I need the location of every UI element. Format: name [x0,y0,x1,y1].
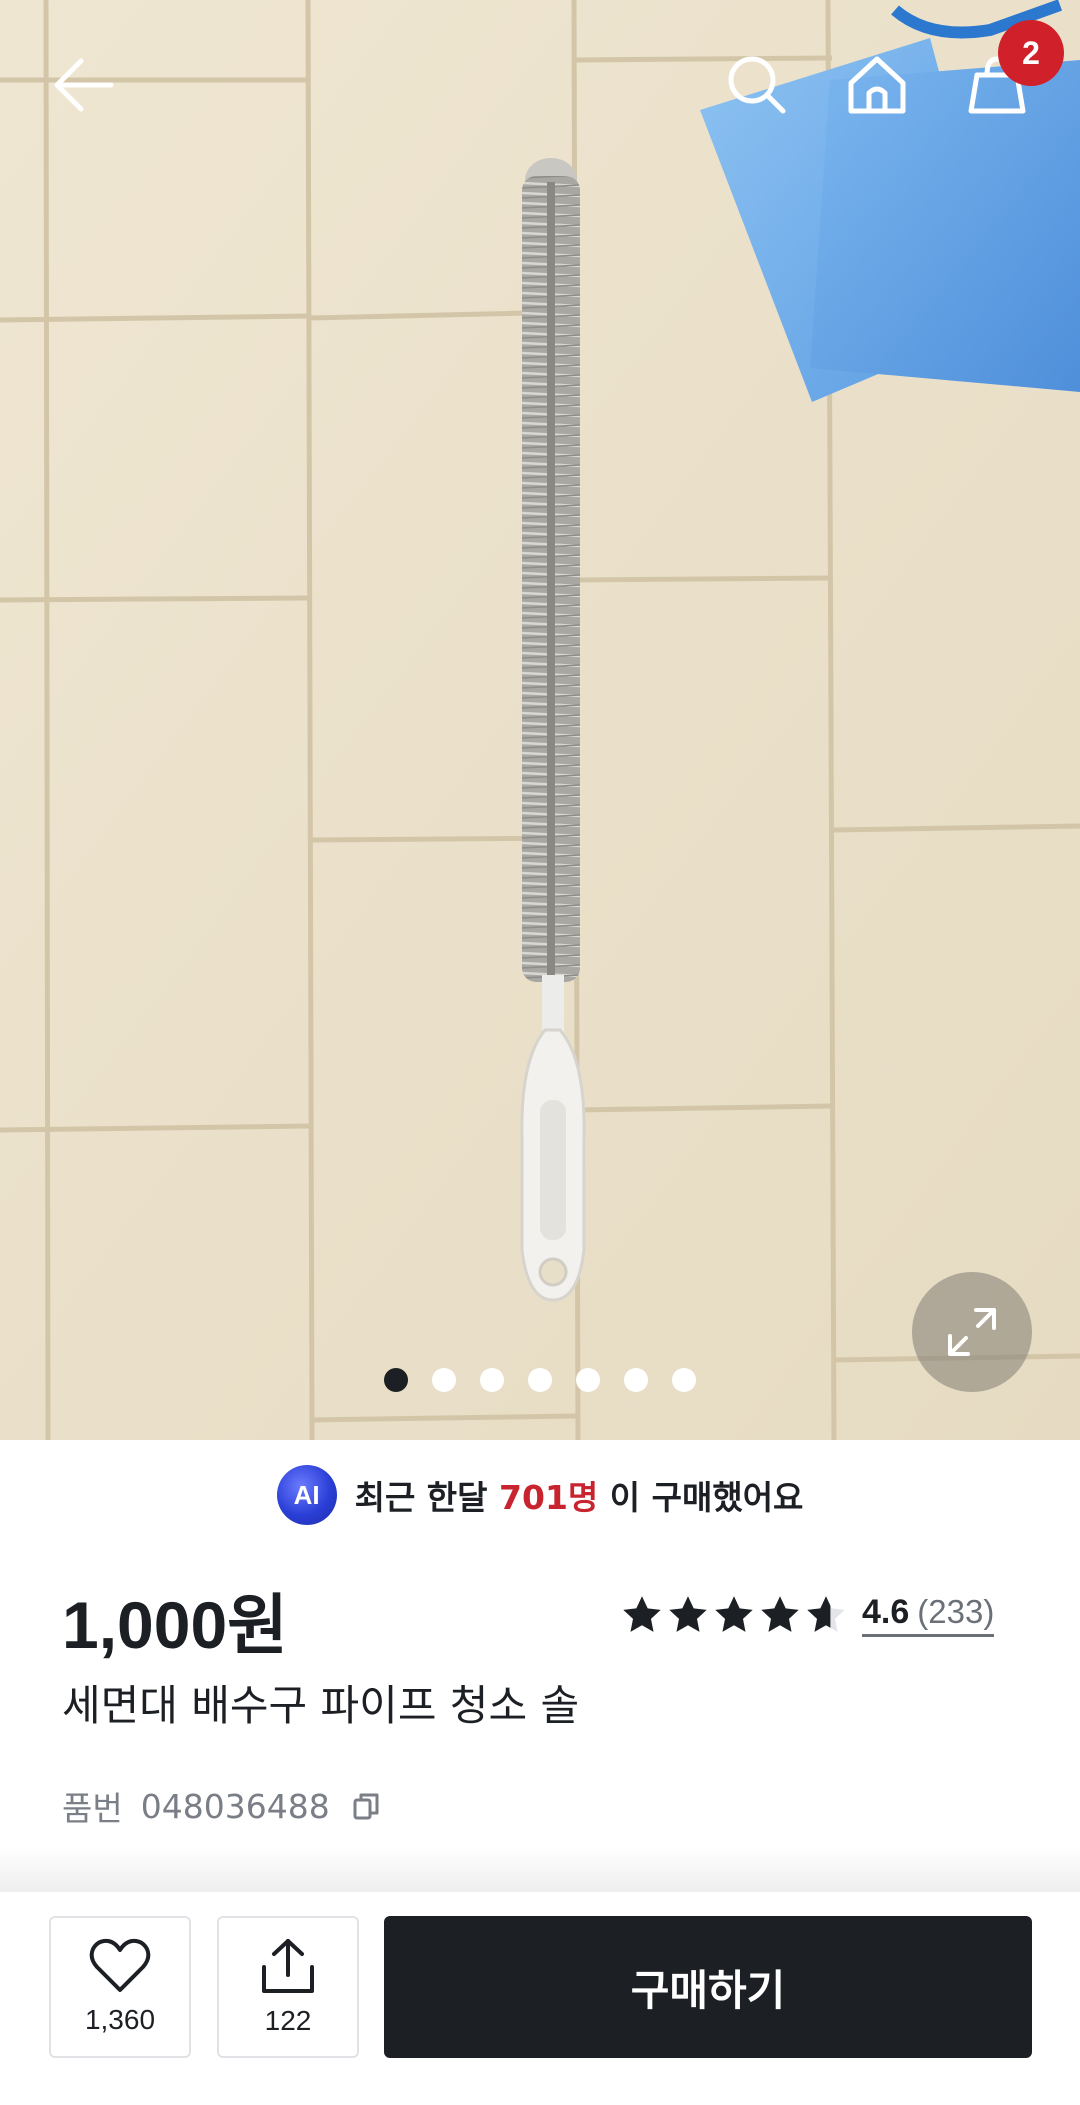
image-pager-dots [384,1368,696,1392]
top-navigation-bar: 2 [0,0,1080,170]
section-divider [0,1846,1080,1892]
rating-score: 4.6 [862,1593,910,1631]
product-price: 1,000원 [62,1588,288,1662]
pager-dot[interactable] [528,1368,552,1392]
rating-stars [620,1593,848,1637]
star-icon [669,1596,707,1632]
like-count: 1,360 [84,2004,156,2035]
share-button[interactable]: 122 [217,1916,359,2058]
half-star-icon [807,1596,845,1632]
back-button[interactable] [38,40,128,130]
search-icon [728,56,786,114]
pager-dot[interactable] [480,1368,504,1392]
pager-dot[interactable] [576,1368,600,1392]
review-count: (233) [917,1593,995,1630]
search-button[interactable] [712,40,802,130]
pager-dot[interactable] [384,1368,408,1392]
cart-count-badge: 2 [998,20,1064,86]
like-button[interactable]: 1,360 [49,1916,191,2058]
share-icon [262,1939,314,1993]
purchase-summary-text: 최근 한달 701명 이 구매했어요 [355,1471,804,1519]
ai-purchase-summary: AI 최근 한달 701명 이 구매했어요 [0,1462,1080,1528]
share-count: 122 [264,2005,312,2036]
product-photo [0,0,1080,1440]
sku-label: 품번 [62,1789,123,1828]
home-button[interactable] [832,40,922,130]
pager-dot[interactable] [624,1368,648,1392]
summary-buyer-count: 701명 [499,1478,599,1517]
ai-badge: AI [276,1465,337,1525]
pager-dot[interactable] [672,1368,696,1392]
expand-image-button[interactable] [912,1272,1032,1392]
product-sku: 품번 048036488 [62,1784,384,1828]
star-icon [715,1596,753,1632]
arrow-left-icon [54,58,114,112]
home-icon [848,56,906,114]
reviews-link[interactable]: 4.6 (233) [862,1593,995,1637]
copy-icon [353,1793,379,1820]
summary-prefix: 최근 한달 [354,1478,488,1517]
expand-icon [948,1308,996,1356]
heart-icon [89,1938,151,1992]
star-icon [761,1596,799,1632]
product-title: 세면대 배수구 파이프 청소 솔 [62,1681,580,1730]
sku-value: 048036488 [140,1786,330,1826]
bottom-action-bar: 1,360 122 구매하기 [0,1892,1080,2105]
pager-dot[interactable] [432,1368,456,1392]
summary-suffix: 이 구매했어요 [609,1478,804,1517]
product-image-carousel[interactable]: 2 [0,0,1080,1440]
product-rating: 4.6 (233) [620,1590,995,1640]
buy-button[interactable]: 구매하기 [384,1916,1032,2058]
star-icon [623,1596,661,1632]
copy-sku-button[interactable] [348,1788,384,1824]
